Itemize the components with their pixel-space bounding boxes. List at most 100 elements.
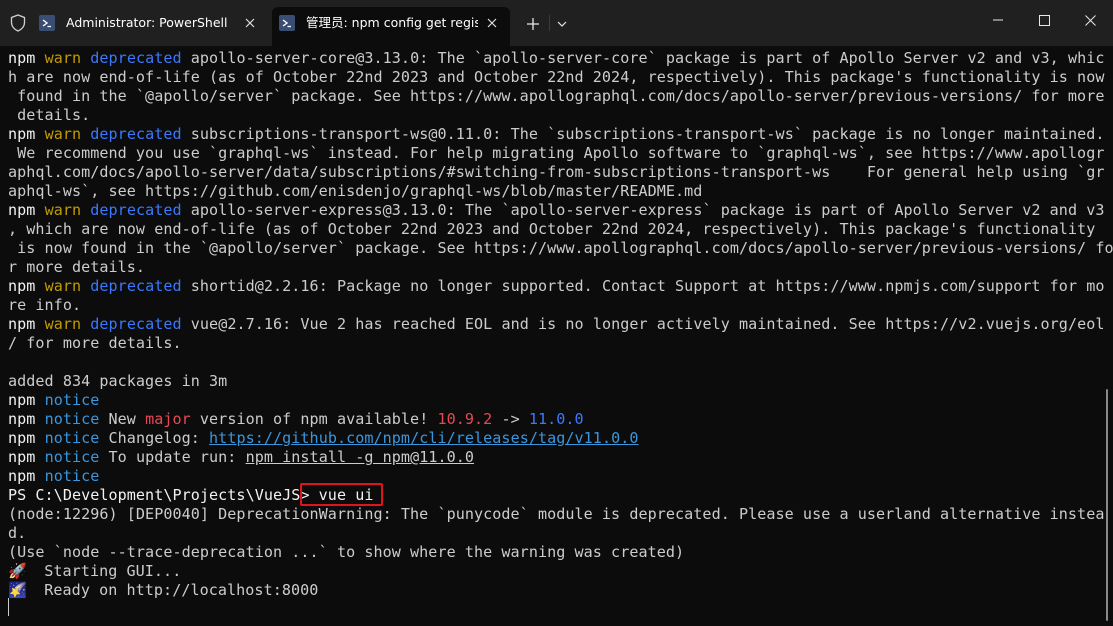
terminal-line: 🌠 Ready on http://localhost:8000 <box>8 581 1113 600</box>
terminal-text: npm <box>8 391 45 409</box>
terminal-text: npm <box>8 467 45 485</box>
terminal-text: npm <box>8 125 45 143</box>
terminal-text: d. <box>8 524 27 542</box>
terminal-line: found in the `@apollo/server` package. S… <box>8 87 1113 106</box>
close-icon[interactable] <box>484 15 500 31</box>
terminal-output[interactable]: npm warn deprecated apollo-server-core@3… <box>0 46 1113 626</box>
terminal-text: notice <box>44 391 100 409</box>
terminal-text: PS C:\Development\Projects\VueJS> <box>8 486 319 504</box>
tab-title: Administrator: PowerShell <box>66 15 228 30</box>
terminal-text: npm <box>8 49 45 67</box>
terminal-text: vue@2.7.16: Vue 2 has reached EOL and is… <box>181 315 1105 333</box>
terminal-text: notice <box>44 448 100 466</box>
terminal-text: warn <box>44 49 82 67</box>
title-bar: Administrator: PowerShell 管理员: npm confi… <box>0 0 1113 46</box>
terminal-line: added 834 packages in 3m <box>8 372 1113 391</box>
terminal-line: 🚀 Starting GUI... <box>8 562 1113 581</box>
terminal-text: New <box>99 410 146 428</box>
terminal-text: warn <box>44 125 82 143</box>
terminal-text: warn <box>44 201 82 219</box>
terminal-text: npm <box>8 448 45 466</box>
terminal-line: re info. <box>8 296 1113 315</box>
shield-icon <box>8 13 28 33</box>
terminal-text: 🌠 <box>8 581 27 599</box>
minimize-button[interactable] <box>975 0 1021 40</box>
terminal-text: deprecated <box>90 201 182 219</box>
terminal-text: deprecated <box>90 277 182 295</box>
text-cursor <box>8 598 9 616</box>
terminal-text: is now found in the `@apollo/server` pac… <box>8 239 1113 257</box>
terminal-line: npm notice <box>8 391 1113 410</box>
terminal-line: (node:12296) [DEP0040] DeprecationWarnin… <box>8 505 1113 524</box>
terminal-line: d. <box>8 524 1113 543</box>
terminal-text: aphql.com/docs/apollo-server/data/subscr… <box>8 163 1105 181</box>
terminal-text: notice <box>44 467 100 485</box>
terminal-line: npm notice Changelog: https://github.com… <box>8 429 1113 448</box>
terminal-text: , which are now end-of-life (as of Octob… <box>8 220 1096 238</box>
tab-npm-config[interactable]: 管理员: npm config get registr <box>272 7 510 46</box>
powershell-icon <box>39 15 55 31</box>
terminal-line: r more details. <box>8 258 1113 277</box>
terminal-text: npm <box>8 201 45 219</box>
terminal-text: details. <box>8 106 91 124</box>
terminal-line: npm notice To update run: npm install -g… <box>8 448 1113 467</box>
terminal-text: npm <box>8 410 45 428</box>
terminal-text: https://github.com/npm/cli/releases/tag/… <box>209 429 639 447</box>
terminal-line: We recommend you use `graphql-ws` instea… <box>8 144 1113 163</box>
terminal-text: / for more details. <box>8 334 182 352</box>
terminal-line: npm warn deprecated apollo-server-expres… <box>8 201 1113 220</box>
tab-powershell-admin[interactable]: Administrator: PowerShell <box>32 7 268 39</box>
terminal-text: re info. <box>8 296 82 314</box>
terminal-text: notice <box>44 429 100 447</box>
terminal-line: npm notice New major version of npm avai… <box>8 410 1113 429</box>
terminal-line: (Use `node --trace-deprecation ...` to s… <box>8 543 1113 562</box>
terminal-text: found in the `@apollo/server` package. S… <box>8 87 1105 105</box>
terminal-line: aphql.com/docs/apollo-server/data/subscr… <box>8 163 1113 182</box>
chevron-down-icon[interactable] <box>553 12 571 36</box>
terminal-text: npm <box>8 315 45 333</box>
terminal-line: details. <box>8 106 1113 125</box>
terminal-text: notice <box>44 410 100 428</box>
terminal-text: deprecated <box>90 315 182 333</box>
terminal-text: deprecated <box>90 125 182 143</box>
terminal-text: To update run: <box>99 448 246 466</box>
terminal-line: PS C:\Development\Projects\VueJS> vue ui <box>8 486 1113 505</box>
terminal-text: version of npm available! <box>190 410 438 428</box>
close-window-button[interactable] <box>1067 0 1113 40</box>
terminal-text: apollo-server-core@3.13.0: The `apollo-s… <box>181 49 1105 67</box>
terminal-line: aphql-ws`, see https://github.com/enisde… <box>8 182 1113 201</box>
close-icon[interactable] <box>242 15 258 31</box>
terminal-line: , which are now end-of-life (as of Octob… <box>8 220 1113 239</box>
terminal-text: 10.9.2 <box>437 410 493 428</box>
terminal-text: h are now end-of-life (as of October 22n… <box>8 68 1105 86</box>
terminal-line: npm warn deprecated apollo-server-core@3… <box>8 49 1113 68</box>
terminal-text: -> <box>492 410 529 428</box>
terminal-line: / for more details. <box>8 334 1113 353</box>
new-tab-button[interactable] <box>519 12 547 36</box>
tab-title: 管理员: npm config get registr <box>306 15 478 30</box>
terminal-text: 🚀 <box>8 562 27 580</box>
terminal-text: deprecated <box>90 49 182 67</box>
terminal-line: npm warn deprecated vue@2.7.16: Vue 2 ha… <box>8 315 1113 334</box>
terminal-line: h are now end-of-life (as of October 22n… <box>8 68 1113 87</box>
terminal-text: Starting GUI... <box>26 562 182 580</box>
terminal-line: npm notice <box>8 467 1113 486</box>
tab-divider <box>549 15 550 31</box>
maximize-button[interactable] <box>1021 0 1067 40</box>
terminal-text: npm <box>8 277 45 295</box>
terminal-line: is now found in the `@apollo/server` pac… <box>8 239 1113 258</box>
terminal-text: Changelog: <box>99 429 210 447</box>
terminal-text: apollo-server-express@3.13.0: The `apoll… <box>181 201 1105 219</box>
terminal-text: added 834 packages in 3m <box>8 372 228 390</box>
terminal-text: warn <box>44 315 82 333</box>
scrollbar[interactable] <box>1106 389 1108 621</box>
terminal-line: npm warn deprecated subscriptions-transp… <box>8 125 1113 144</box>
command-highlight-box <box>300 483 383 506</box>
terminal-text: warn <box>44 277 82 295</box>
terminal-text: npm install -g npm@11.0.0 <box>245 448 475 466</box>
terminal-text: npm <box>8 429 45 447</box>
